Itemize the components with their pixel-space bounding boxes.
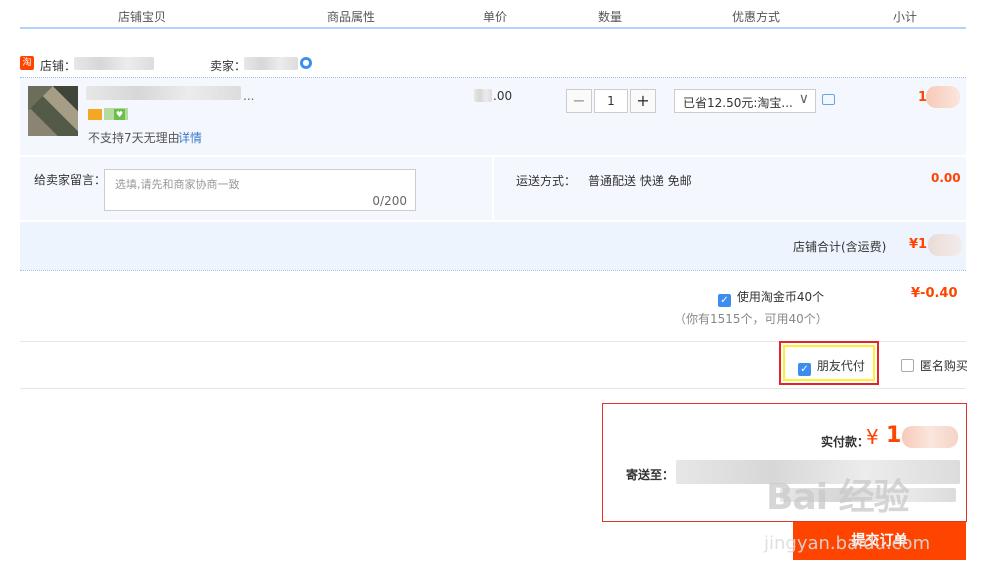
- product-name-redacted[interactable]: [86, 86, 241, 100]
- return-policy: 不支持7天无理由: [88, 131, 180, 145]
- shop-info-row: 淘 店铺： 卖家： ●: [20, 54, 966, 74]
- item-subtotal-redacted: [926, 86, 960, 108]
- shop-name-redacted[interactable]: [74, 57, 154, 70]
- shop-total-label: 店铺合计(含运费): [793, 240, 887, 254]
- shipping-method: 普通配送 快递 免邮: [588, 174, 692, 188]
- seller-chat-icon[interactable]: ●: [300, 57, 312, 69]
- ship-to-label: 寄送至：: [626, 468, 675, 482]
- header-divider: [20, 27, 966, 29]
- shop-label: 店铺：: [40, 59, 77, 73]
- seller-message-input[interactable]: 选填,请先和商家协商一致 0/200: [104, 169, 416, 211]
- col-shop-items: 店铺宝贝: [118, 10, 167, 24]
- baidu-watermark-url: jingyan.baidu.com: [764, 533, 931, 554]
- product-thumbnail[interactable]: [28, 86, 78, 136]
- anonymous-purchase-checkbox[interactable]: [901, 359, 914, 372]
- seller-message-placeholder: 选填,请先和商家协商一致: [115, 178, 240, 191]
- anonymous-purchase-option[interactable]: 匿名购买: [901, 357, 967, 374]
- total-divider: [20, 270, 966, 271]
- friend-pay-label: 朋友代付: [816, 359, 865, 373]
- options-divider: [20, 388, 966, 389]
- actual-payment-amount-prefix: 1: [886, 423, 902, 448]
- seller-name-redacted[interactable]: [244, 57, 298, 70]
- unit-price-redacted: [474, 89, 492, 102]
- friend-pay-checkbox[interactable]: ✓: [798, 363, 811, 376]
- return-policy-details-link[interactable]: 详情: [178, 129, 202, 146]
- actual-payment-redacted: [902, 426, 958, 448]
- green-service-icon: ♥: [114, 109, 125, 120]
- friend-pay-option[interactable]: ✓ 朋友代付: [798, 357, 865, 376]
- shop-total-value-prefix: ¥1: [909, 237, 928, 252]
- quantity-input[interactable]: 1: [594, 89, 628, 113]
- actual-payment-currency: ¥: [866, 425, 879, 449]
- unit-price-cents: .00: [493, 89, 513, 103]
- seller-message-label: 给卖家留言：: [34, 173, 107, 187]
- product-name-ellipsis: ...: [243, 89, 255, 103]
- discount-selected-value: 已省12.50元:淘宝...: [683, 96, 793, 110]
- chevron-down-icon: ∨: [798, 91, 809, 107]
- message-shipping-divider: [492, 157, 494, 220]
- baidu-watermark-logo: Bai 经验: [766, 477, 910, 518]
- col-quantity: 数量: [598, 10, 623, 24]
- use-coins-checkbox[interactable]: ✓: [718, 294, 731, 307]
- use-coins-option[interactable]: ✓ 使用淘金币40个: [718, 288, 824, 307]
- col-subtotal: 小计: [893, 10, 918, 24]
- discount-select[interactable]: 已省12.50元:淘宝... ∨: [674, 89, 816, 113]
- col-attributes: 商品属性: [327, 10, 376, 24]
- use-coins-label: 使用淘金币40个: [736, 290, 825, 304]
- anonymous-purchase-label: 匿名购买: [919, 359, 967, 373]
- service-badge-icon: [88, 109, 102, 120]
- shipping-fee: 0.00: [931, 171, 961, 185]
- quantity-decrease-button[interactable]: −: [566, 89, 592, 113]
- shipping-label: 运送方式：: [516, 174, 577, 188]
- quantity-increase-button[interactable]: +: [630, 89, 656, 113]
- quantity-stepper: − 1 +: [566, 89, 658, 113]
- discount-comment-icon[interactable]: [822, 94, 835, 105]
- cart-header: 店铺宝贝 商品属性 单价 数量 优惠方式 小计: [0, 0, 1000, 28]
- seller-label: 卖家：: [210, 59, 247, 73]
- actual-payment-label: 实付款：: [821, 435, 870, 449]
- shop-total-redacted: [928, 234, 962, 256]
- seller-message-counter: 0/200: [372, 194, 407, 208]
- taobao-logo-icon: 淘: [20, 56, 34, 70]
- coins-deduction: ¥-0.40: [911, 286, 958, 301]
- coins-note: （你有1515个，可用40个）: [674, 312, 828, 326]
- col-unit-price: 单价: [483, 10, 508, 24]
- col-discount: 优惠方式: [732, 10, 781, 24]
